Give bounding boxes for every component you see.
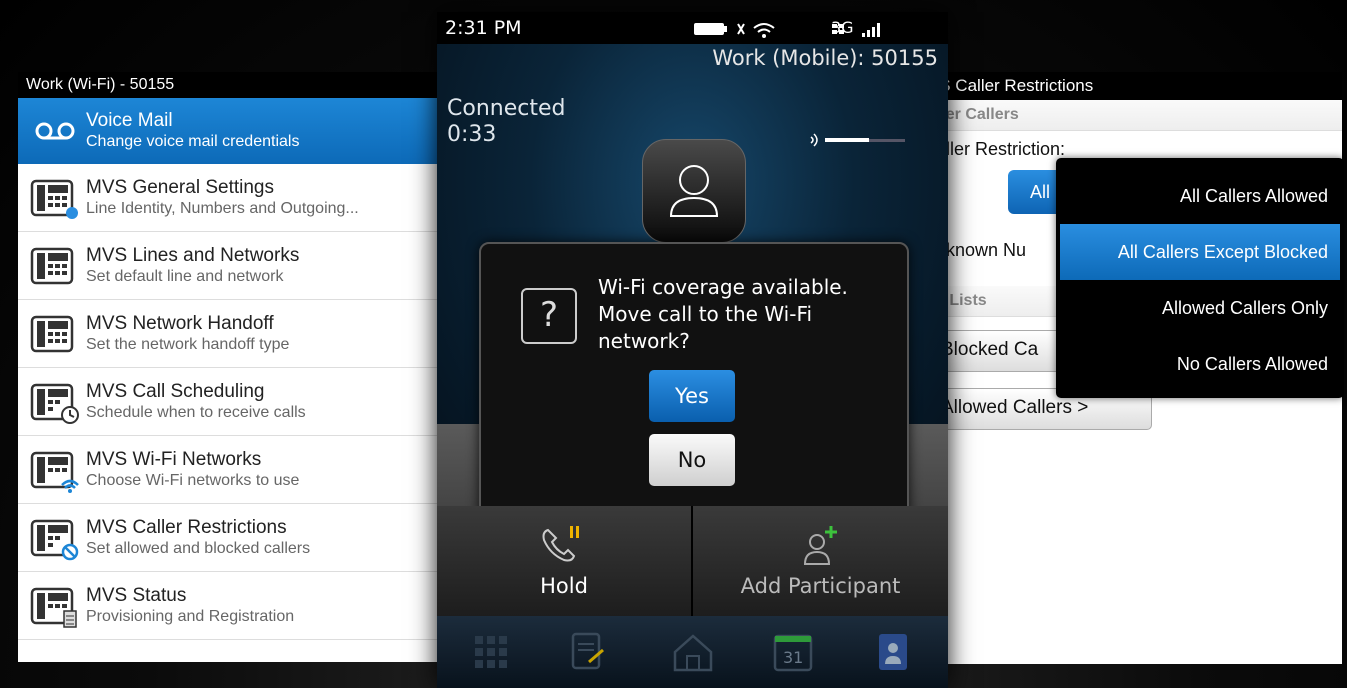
status-bar: 2:31 PM 3G <box>437 12 948 44</box>
call-actions: Hold Add Participant <box>437 506 948 616</box>
list-item-subtitle: Set default line and network <box>86 267 284 285</box>
list-item-wifi-networks[interactable]: MVS Wi-Fi Networks Choose Wi-Fi networks… <box>18 436 470 504</box>
call-duration: 0:33 <box>447 122 497 147</box>
list-item-subtitle: Line Identity, Numbers and Outgoing... <box>86 199 359 217</box>
menu-item-except-blocked[interactable]: All Callers Except Blocked <box>1060 224 1340 280</box>
phone-clock-icon <box>26 377 84 427</box>
caller-restriction-menu: All Callers Allowed All Callers Except B… <box>1056 158 1344 398</box>
mvs-options-screen: Work (Wi-Fi) - 50155 Voice Mail Change v… <box>18 72 470 662</box>
list-item-mvs-status[interactable]: MVS Status Provisioning and Registration <box>18 572 470 640</box>
list-item-lines-networks[interactable]: MVS Lines and Networks Set default line … <box>18 232 470 300</box>
hold-label: Hold <box>540 574 588 598</box>
phone-call-screen: 2:31 PM 3G Work (Mobile): 50155 Connecte… <box>437 12 948 688</box>
list-item-subtitle: Set the network handoff type <box>86 335 290 353</box>
status-icons <box>694 12 940 44</box>
volume-indicator <box>807 128 907 152</box>
app-dock: 31 <box>437 616 948 688</box>
section-filter-callers: lter Callers <box>930 100 1342 131</box>
list-item-voice-mail[interactable]: Voice Mail Change voice mail credentials <box>18 98 470 164</box>
call-panel: Work (Mobile): 50155 Connected 0:33 ? Wi… <box>437 44 948 538</box>
question-icon: ? <box>521 288 577 344</box>
list-item-subtitle: Choose Wi-Fi networks to use <box>86 471 300 489</box>
list-item-general-settings[interactable]: MVS General Settings Line Identity, Numb… <box>18 164 470 232</box>
add-person-icon <box>803 526 837 565</box>
list-item-call-scheduling[interactable]: MVS Call Scheduling Schedule when to rec… <box>18 368 470 436</box>
list-item-caller-restrictions[interactable]: MVS Caller Restrictions Set allowed and … <box>18 504 470 572</box>
caller-restriction-label: aller Restriction: <box>936 139 1066 159</box>
call-icon <box>737 22 745 35</box>
network-type: 3G <box>831 18 854 37</box>
phone-status-icon <box>26 581 84 631</box>
desk-phone-icon <box>26 309 84 359</box>
signal-icon <box>862 22 880 37</box>
screen-title: 'S Caller Restrictions <box>930 72 1342 100</box>
list-item-title: MVS Wi-Fi Networks <box>86 448 262 470</box>
calendar-icon[interactable]: 31 <box>771 630 813 674</box>
apps-grid-icon[interactable] <box>471 630 511 674</box>
list-item-network-handoff[interactable]: MVS Network Handoff Set the network hand… <box>18 300 470 368</box>
home-icon[interactable] <box>671 630 713 674</box>
wifi-handoff-dialog: ? Wi-Fi coverage available. Move call to… <box>479 242 909 526</box>
list-item-subtitle: Provisioning and Registration <box>86 607 295 625</box>
list-item-subtitle: Schedule when to receive calls <box>86 403 306 421</box>
menu-item-allowed-only[interactable]: Allowed Callers Only <box>1060 280 1340 336</box>
add-participant-button[interactable]: Add Participant <box>693 506 948 616</box>
voicemail-icon <box>26 106 84 156</box>
list-item-subtitle: Change voice mail credentials <box>86 133 300 150</box>
call-state: Connected <box>447 96 566 121</box>
no-button[interactable]: No <box>649 434 735 486</box>
speaker-icon <box>810 133 818 147</box>
contacts-icon[interactable] <box>873 630 913 674</box>
list-item-title: MVS Status <box>86 584 187 606</box>
screen-title: Work (Wi-Fi) - 50155 <box>18 72 470 98</box>
yes-button[interactable]: Yes <box>649 370 735 422</box>
phone-settings-icon <box>26 173 84 223</box>
wifi-icon <box>753 22 775 38</box>
list-item-title: MVS Caller Restrictions <box>86 516 287 538</box>
list-item-title: MVS General Settings <box>86 176 274 198</box>
calendar-day: 31 <box>783 648 804 667</box>
desk-phone-icon <box>26 241 84 291</box>
menu-item-none-allowed[interactable]: No Callers Allowed <box>1060 336 1340 392</box>
list-item-title: MVS Call Scheduling <box>86 380 265 402</box>
menu-item-all-allowed[interactable]: All Callers Allowed <box>1060 168 1340 224</box>
person-icon <box>669 165 719 217</box>
battery-icon <box>694 22 727 35</box>
phone-blocked-icon <box>26 513 84 563</box>
list-item-subtitle: Set allowed and blocked callers <box>86 539 311 557</box>
list-item-title: Voice Mail <box>86 110 173 131</box>
list-item-title: MVS Network Handoff <box>86 312 274 334</box>
list-item-title: MVS Lines and Networks <box>86 244 300 266</box>
compose-icon[interactable] <box>567 630 607 674</box>
volume-level-bar <box>825 138 869 142</box>
account-line: Work (Mobile): 50155 <box>712 46 938 70</box>
contact-avatar <box>642 139 746 243</box>
hold-button[interactable]: Hold <box>437 506 691 616</box>
add-participant-label: Add Participant <box>740 574 901 598</box>
phone-wifi-icon <box>26 445 84 495</box>
status-time: 2:31 PM <box>445 17 522 39</box>
hold-icon <box>542 526 579 562</box>
call-status: Connected 0:33 <box>447 96 565 148</box>
dialog-message: Wi-Fi coverage available. Move call to t… <box>598 275 848 353</box>
